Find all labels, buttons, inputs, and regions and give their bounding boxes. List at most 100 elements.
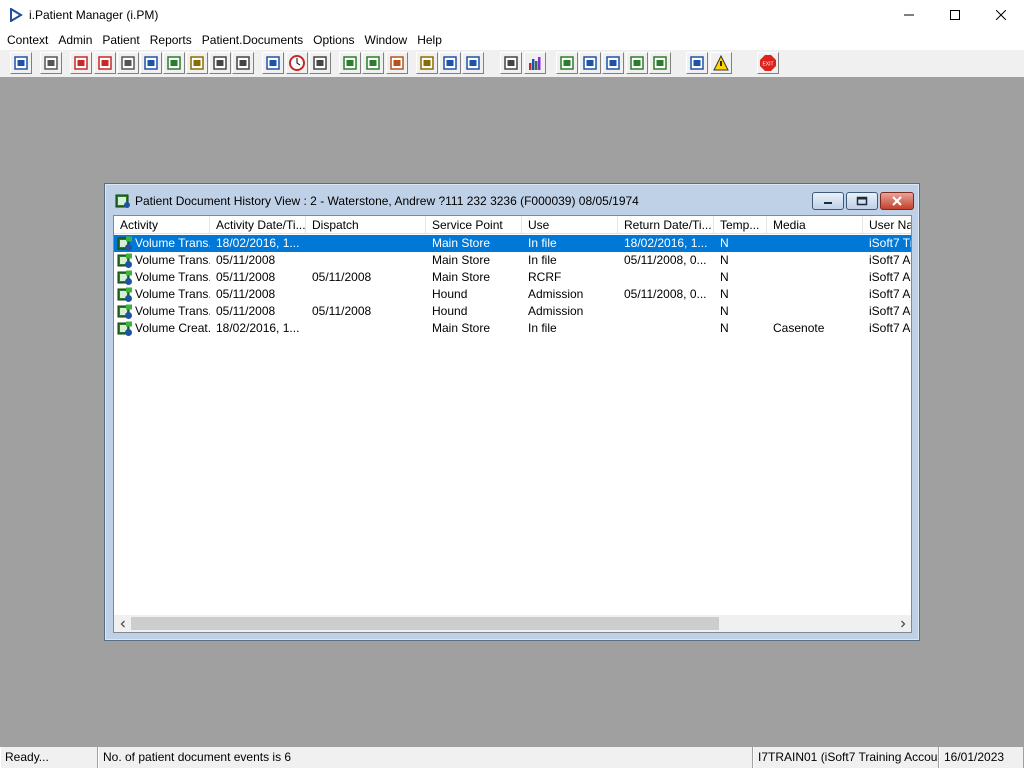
chevron-right-icon bbox=[900, 620, 905, 627]
toolbar-button-document[interactable] bbox=[500, 52, 522, 74]
cell-media bbox=[767, 286, 863, 303]
status-account: I7TRAIN01 (iSoft7 Training Account) bbox=[753, 747, 939, 768]
horizontal-scrollbar[interactable] bbox=[114, 615, 911, 632]
menu-reports[interactable]: Reports bbox=[145, 30, 197, 50]
toolbar-button-referral[interactable] bbox=[117, 52, 139, 74]
menu-options[interactable]: Options bbox=[308, 30, 359, 50]
column-use[interactable]: Use bbox=[522, 216, 618, 234]
column-temp[interactable]: Temp... bbox=[714, 216, 767, 234]
cell-temp: N bbox=[720, 321, 729, 335]
scroll-left-button[interactable] bbox=[114, 615, 131, 632]
toolbar-button-warning[interactable] bbox=[710, 52, 732, 74]
cell-user-name: iSoft7 Ac bbox=[869, 304, 912, 318]
cell-activity-date: 18/02/2016, 1... bbox=[216, 321, 300, 335]
document-event-icon bbox=[117, 321, 132, 336]
column-media[interactable]: Media bbox=[767, 216, 863, 234]
menu-patient-documents[interactable]: Patient.Documents bbox=[197, 30, 308, 50]
table-row[interactable]: Volume Trans... 05/11/2008 Hound Admission 0… bbox=[114, 286, 911, 303]
cell-temp: N bbox=[720, 253, 729, 267]
close-icon bbox=[892, 196, 902, 206]
table-row[interactable]: Volume Trans... 05/11/2008 05/11/2008 Hound… bbox=[114, 303, 912, 320]
toolbar-button-globe[interactable] bbox=[556, 52, 578, 74]
cell-use: Admission bbox=[528, 304, 584, 318]
menu-admin[interactable]: Admin bbox=[53, 30, 97, 50]
menu-patient[interactable]: Patient bbox=[97, 30, 144, 50]
column-activity-date[interactable]: Activity Date/Ti... bbox=[210, 216, 306, 234]
toolbar-button-note[interactable] bbox=[416, 52, 438, 74]
cell-activity-date: 05/11/2008 bbox=[216, 253, 276, 267]
list-icon bbox=[313, 56, 327, 70]
toolbar-button-list[interactable] bbox=[309, 52, 331, 74]
cell-activity: Volume Trans... bbox=[114, 286, 210, 303]
minimize-button[interactable] bbox=[886, 0, 932, 30]
cell-activity-date: 05/11/2008 bbox=[216, 304, 276, 318]
cell-temp: N bbox=[720, 287, 729, 301]
column-activity[interactable]: Activity bbox=[114, 216, 210, 234]
toolbar-button-forms-check[interactable] bbox=[602, 52, 624, 74]
toolbar-button-book[interactable] bbox=[70, 52, 92, 74]
toolbar-button-schedule-2[interactable] bbox=[362, 52, 384, 74]
column-dispatch[interactable]: Dispatch bbox=[306, 216, 426, 234]
cell-activity: Volume Creat... bbox=[114, 320, 210, 337]
toolbar-button-forms-transfer[interactable] bbox=[626, 52, 648, 74]
cell-service-point: Main Store bbox=[432, 236, 491, 250]
toolbar-button-exit[interactable]: EXIT bbox=[757, 52, 779, 74]
forms-icon bbox=[583, 56, 597, 70]
status-ready: Ready... bbox=[0, 747, 98, 768]
swap-icon bbox=[690, 56, 704, 70]
toolbar-button-patient-user[interactable] bbox=[10, 52, 32, 74]
toolbar-button-clock[interactable] bbox=[286, 52, 308, 74]
scroll-thumb[interactable] bbox=[131, 617, 719, 630]
cell-media bbox=[767, 269, 863, 286]
column-return-date[interactable]: Return Date/Ti... bbox=[618, 216, 714, 234]
toolbar-button-ambulance[interactable] bbox=[209, 52, 231, 74]
toolbar-button-bed[interactable] bbox=[439, 52, 461, 74]
cell-media bbox=[767, 303, 863, 320]
cell-dispatch bbox=[306, 235, 426, 252]
cell-use: In file bbox=[528, 236, 557, 250]
toolbar-button-compass[interactable] bbox=[386, 52, 408, 74]
table-row[interactable]: Volume Trans... 05/11/2008 05/11/2008 Main … bbox=[114, 269, 911, 286]
printer-icon bbox=[44, 56, 58, 70]
column-service-point[interactable]: Service Point bbox=[426, 216, 522, 234]
toolbar-button-book-edit[interactable] bbox=[94, 52, 116, 74]
toolbar-button-forms[interactable] bbox=[579, 52, 601, 74]
cell-use: In file bbox=[528, 253, 557, 267]
table-row[interactable]: Volume Trans... 18/02/2016, 1... Main Stor… bbox=[114, 235, 911, 252]
notes-icon bbox=[190, 56, 204, 70]
toolbar-button-ward[interactable] bbox=[462, 52, 484, 74]
maximize-button[interactable] bbox=[932, 0, 978, 30]
toolbar-button-m[interactable] bbox=[140, 52, 162, 74]
toolbar-button-printer[interactable] bbox=[40, 52, 62, 74]
column-user-name[interactable]: User Nar bbox=[863, 216, 911, 234]
child-title-bar: Patient Document History View : 2 - Wate… bbox=[109, 188, 915, 214]
toolbar-button-chart[interactable] bbox=[524, 52, 546, 74]
table-row[interactable]: Volume Creat... 18/02/2016, 1... Main Stor… bbox=[114, 320, 912, 337]
scroll-right-button[interactable] bbox=[894, 615, 911, 632]
cell-service-point: Hound bbox=[432, 304, 468, 318]
toolbar-button-search-list[interactable] bbox=[262, 52, 284, 74]
cell-user-name: iSoft7 Ac bbox=[869, 321, 912, 335]
close-button[interactable] bbox=[978, 0, 1024, 30]
child-minimize-button[interactable] bbox=[812, 192, 844, 210]
menu-context[interactable]: Context bbox=[2, 30, 53, 50]
toolbar-button-notes[interactable] bbox=[186, 52, 208, 74]
table-row[interactable]: Volume Trans... 05/11/2008 Main Store In fi… bbox=[114, 252, 911, 269]
cell-temp: N bbox=[720, 236, 729, 250]
document-event-icon bbox=[117, 270, 132, 285]
cell-service-point: Main Store bbox=[432, 253, 491, 267]
toolbar-button-forms-green[interactable] bbox=[649, 52, 671, 74]
cell-return-date bbox=[618, 269, 714, 286]
toolbar-button-swap[interactable] bbox=[686, 52, 708, 74]
menu-help[interactable]: Help bbox=[412, 30, 447, 50]
toolbar-button-doctor[interactable] bbox=[163, 52, 185, 74]
cell-media bbox=[767, 252, 863, 269]
child-close-button[interactable] bbox=[880, 192, 914, 210]
toolbar-button-ambulance-2[interactable] bbox=[232, 52, 254, 74]
menu-window[interactable]: Window bbox=[360, 30, 413, 50]
ambulance-icon bbox=[213, 56, 227, 70]
child-restore-button[interactable] bbox=[846, 192, 878, 210]
cell-return-date bbox=[618, 303, 714, 320]
exit-label: EXIT bbox=[762, 62, 773, 68]
toolbar-button-schedule[interactable] bbox=[339, 52, 361, 74]
